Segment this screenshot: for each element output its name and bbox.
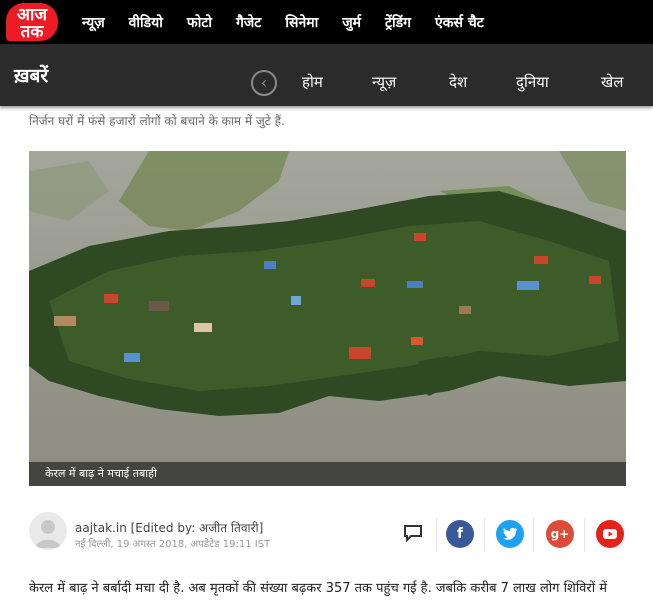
photo-caption: केरल में बाढ़ ने मचाई तबाही bbox=[45, 467, 157, 480]
top-bar: आज तक न्यूज़ वीडियो फोटो गैजेट सिनेमा जु… bbox=[0, 0, 653, 44]
flood-aerial-image bbox=[29, 151, 626, 486]
photo-caption-bar: केरल में बाढ़ ने मचाई तबाही bbox=[29, 462, 626, 486]
avatar-placeholder-icon bbox=[35, 520, 61, 548]
chevron-left-icon[interactable]: ‹ bbox=[251, 70, 277, 96]
top-nav-trending[interactable]: ट्रेंडिंग bbox=[385, 13, 411, 32]
googleplus-glyph: g+ bbox=[550, 527, 570, 541]
aajtak-logo[interactable]: आज तक bbox=[6, 3, 58, 41]
facebook-glyph: f bbox=[456, 526, 464, 542]
youtube-play bbox=[603, 529, 617, 539]
top-nav: न्यूज़ वीडियो फोटो गैजेट सिनेमा जुर्म ट्… bbox=[82, 0, 508, 44]
section-title: ख़बरें bbox=[14, 65, 49, 87]
top-nav-news[interactable]: न्यूज़ bbox=[82, 13, 105, 32]
googleplus-icon[interactable]: g+ bbox=[546, 520, 574, 548]
divider bbox=[533, 518, 534, 552]
twitter-bird bbox=[503, 527, 517, 540]
youtube-icon[interactable] bbox=[596, 520, 624, 548]
divider bbox=[584, 518, 585, 552]
divider bbox=[484, 518, 485, 552]
top-nav-anchors-chat[interactable]: एंकर्स चैट bbox=[435, 13, 484, 32]
top-nav-gadget[interactable]: गैजेट bbox=[236, 13, 261, 32]
section-nav-sports[interactable]: खेल bbox=[601, 72, 623, 92]
section-nav-home[interactable]: होम bbox=[302, 72, 323, 92]
top-nav-photo[interactable]: फोटो bbox=[187, 13, 212, 32]
article-body: केरल में बाढ़ ने बर्बादी मचा दी है. अब म… bbox=[29, 581, 608, 596]
section-nav-world[interactable]: दुनिया bbox=[516, 72, 549, 92]
section-nav-news[interactable]: न्यूज़ bbox=[372, 72, 396, 92]
top-nav-video[interactable]: वीडियो bbox=[129, 13, 163, 32]
section-nav-country[interactable]: देश bbox=[449, 72, 467, 92]
divider bbox=[436, 518, 437, 552]
author-line[interactable]: aajtak.in [Edited by: अजीत तिवारी] bbox=[75, 519, 263, 536]
article-meta: नई दिल्ली, 19 अगस्त 2018, अपडेटेड 19:11 … bbox=[75, 539, 271, 550]
top-nav-crime[interactable]: जुर्म bbox=[342, 13, 361, 32]
facebook-icon[interactable]: f bbox=[446, 520, 474, 548]
section-bar: ख़बरें bbox=[0, 44, 653, 106]
author-avatar bbox=[29, 512, 67, 550]
article-excerpt: निर्जन घरों में फंसे हजारों लोगों को बचा… bbox=[29, 114, 285, 128]
top-nav-cinema[interactable]: सिनेमा bbox=[285, 13, 318, 32]
flood-photo bbox=[29, 151, 626, 486]
logo-text: आज तक bbox=[17, 5, 47, 42]
twitter-icon[interactable] bbox=[496, 520, 524, 548]
comment-icon[interactable] bbox=[403, 524, 423, 543]
